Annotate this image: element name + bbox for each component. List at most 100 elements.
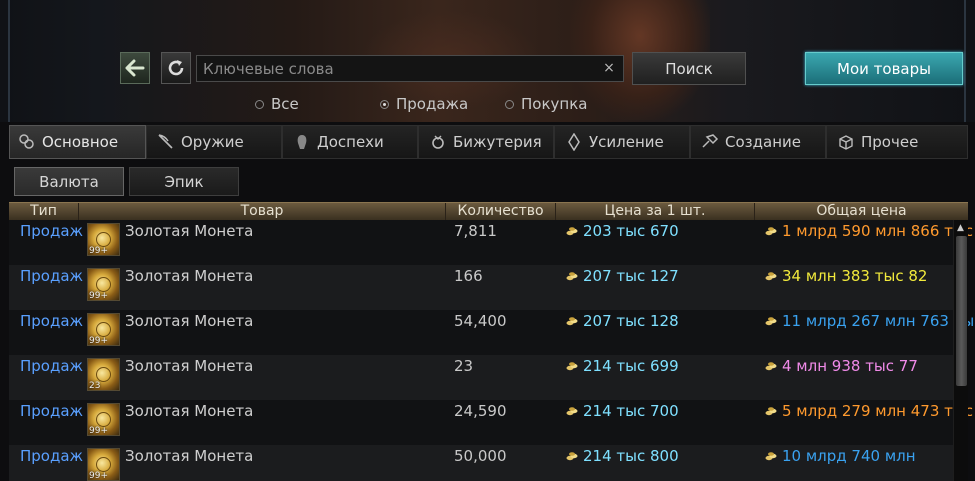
tab-label: Доспехи <box>317 133 384 151</box>
unit-price-value: 214 тыс 800 <box>583 447 679 465</box>
craft-icon <box>701 133 719 151</box>
arrow-left-icon <box>125 59 145 77</box>
coins-icon <box>18 133 36 151</box>
listing-type: Продаж <box>20 267 84 285</box>
enhance-icon <box>565 133 583 151</box>
unit-price: 214 тыс 700 <box>566 402 679 420</box>
gold-pile-icon <box>765 317 777 326</box>
stack-count: 23 <box>89 381 101 391</box>
back-button[interactable] <box>120 52 150 84</box>
tab-label: Создание <box>725 133 801 151</box>
search-field[interactable]: × <box>196 55 624 82</box>
unit-price-value: 207 тыс 127 <box>583 267 679 285</box>
gold-coin-icon: 99+ <box>87 313 120 346</box>
total-price-value: 10 млрд 740 млн <box>782 447 916 465</box>
gold-pile-icon <box>566 317 578 326</box>
jewelry-icon <box>429 133 447 151</box>
table-row[interactable]: Продаж 99+ Золотая Монета 24,590 214 тыс… <box>9 400 973 445</box>
item-name: Золотая Монета <box>125 312 254 330</box>
gold-pile-icon <box>566 272 578 281</box>
search-input[interactable] <box>197 56 597 81</box>
frame-border-right <box>964 0 966 122</box>
tab-misc[interactable]: Прочее <box>826 125 968 159</box>
gold-pile-icon <box>765 452 777 461</box>
radio-selected-icon <box>380 99 389 109</box>
category-tabs: Основное Оружие Доспехи Бижутерия Усилен… <box>9 125 968 159</box>
column-type[interactable]: Тип <box>9 203 79 221</box>
filter-all[interactable]: Все <box>255 95 299 113</box>
item-quantity: 7,811 <box>454 222 497 240</box>
gold-pile-icon <box>566 452 578 461</box>
tab-armor[interactable]: Доспехи <box>282 125 418 159</box>
listing-type: Продаж <box>20 447 84 465</box>
gold-pile-icon <box>566 227 578 236</box>
tab-jewelry[interactable]: Бижутерия <box>418 125 554 159</box>
item-quantity: 54,400 <box>454 312 507 330</box>
tab-label: Основное <box>42 133 119 151</box>
scrollbar-thumb[interactable] <box>956 236 967 386</box>
clear-icon[interactable]: × <box>601 59 617 77</box>
table-header: Тип Товар Количество Цена за 1 шт. Общая… <box>9 202 968 221</box>
unit-price-value: 214 тыс 700 <box>583 402 679 420</box>
table-row[interactable]: Продаж 99+ Золотая Монета 54,400 207 тыс… <box>9 310 975 355</box>
stack-count: 99+ <box>89 336 108 346</box>
total-price-value: 5 млрд 279 млн 473 тыс <box>782 402 973 420</box>
radio-icon <box>255 99 264 109</box>
listing-type: Продаж <box>20 222 84 240</box>
gold-coin-icon: 99+ <box>87 403 120 436</box>
listing-type: Продаж <box>20 402 84 420</box>
column-unit-price[interactable]: Цена за 1 шт. <box>556 203 755 221</box>
scroll-up-icon[interactable]: ▲ <box>957 224 966 233</box>
item-name: Золотая Монета <box>125 447 254 465</box>
subtab-currency[interactable]: Валюта <box>14 167 124 196</box>
filter-buy[interactable]: Покупка <box>505 95 587 113</box>
gold-pile-icon <box>765 272 777 281</box>
stack-count: 99+ <box>89 426 108 436</box>
gold-coin-icon: 99+ <box>87 268 120 301</box>
item-name: Золотая Монета <box>125 357 254 375</box>
subtab-epic[interactable]: Эпик <box>129 167 239 196</box>
refresh-icon <box>168 60 184 76</box>
stack-count: 99+ <box>89 471 108 481</box>
listing-type: Продаж <box>20 357 84 375</box>
box-icon <box>837 133 855 151</box>
column-total-price[interactable]: Общая цена <box>755 203 968 221</box>
column-item[interactable]: Товар <box>79 203 446 221</box>
filter-sell[interactable]: Продажа <box>380 95 468 113</box>
gold-coin-icon: 99+ <box>87 223 120 256</box>
gold-pile-icon <box>765 227 777 236</box>
tab-enhance[interactable]: Усиление <box>554 125 690 159</box>
gold-pile-icon <box>566 407 578 416</box>
filter-sell-label: Продажа <box>396 95 469 113</box>
unit-price: 203 тыс 670 <box>566 222 679 240</box>
item-quantity: 50,000 <box>454 447 507 465</box>
unit-price-value: 203 тыс 670 <box>583 222 679 240</box>
refresh-button[interactable] <box>161 52 191 84</box>
total-price: 34 млн 383 тыс 82 <box>765 267 927 285</box>
gold-coin-icon: 23 <box>87 358 120 391</box>
frame-border-left <box>8 0 10 122</box>
unit-price-value: 207 тыс 128 <box>583 312 679 330</box>
table-row[interactable]: Продаж 99+ Золотая Монета 7,811 203 тыс … <box>9 220 973 265</box>
table-row[interactable]: Продаж 99+ Золотая Монета 166 207 тыс 12… <box>9 265 953 310</box>
search-button[interactable]: Поиск <box>632 52 746 85</box>
gold-pile-icon <box>765 362 777 371</box>
tab-label: Усиление <box>589 133 664 151</box>
table-row[interactable]: Продаж 23 Золотая Монета 23 214 тыс 699 … <box>9 355 953 400</box>
radio-icon <box>505 99 514 109</box>
unit-price-value: 214 тыс 699 <box>583 357 679 375</box>
listing-type: Продаж <box>20 312 84 330</box>
tab-crafting[interactable]: Создание <box>690 125 826 159</box>
tab-label: Прочее <box>861 133 919 151</box>
tab-weapons[interactable]: Оружие <box>146 125 282 159</box>
total-price: 11 млрд 267 млн 763 тыс <box>765 312 975 330</box>
my-items-button[interactable]: Мои товары <box>805 52 963 85</box>
tab-basic[interactable]: Основное <box>9 125 146 159</box>
total-price-value: 1 млрд 590 млн 866 тыс <box>782 222 973 240</box>
tab-label: Бижутерия <box>453 133 542 151</box>
scrollbar[interactable]: ▲ <box>953 220 968 481</box>
column-quantity[interactable]: Количество <box>446 203 556 221</box>
filter-buy-label: Покупка <box>521 95 588 113</box>
table-row[interactable]: Продаж 99+ Золотая Монета 50,000 214 тыс… <box>9 445 953 481</box>
item-name: Золотая Монета <box>125 402 254 420</box>
